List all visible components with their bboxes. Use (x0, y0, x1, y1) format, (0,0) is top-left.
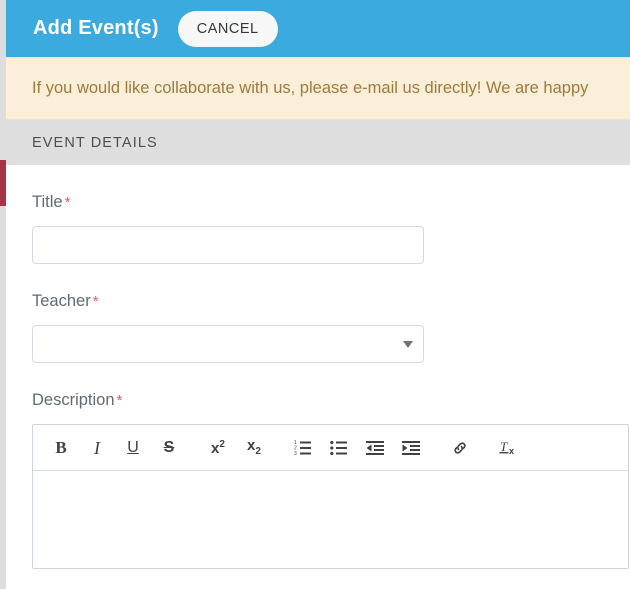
cancel-button[interactable]: CANCEL (177, 10, 278, 47)
subscript-glyph: x2 (247, 437, 261, 457)
title-input[interactable] (32, 226, 424, 264)
bold-glyph: B (55, 438, 67, 457)
section-header-label: EVENT DETAILS (32, 134, 158, 151)
collaboration-alert-banner: If you would like collaborate with us, p… (6, 57, 630, 120)
alert-message: If you would like collaborate with us, p… (32, 79, 589, 97)
strikethrough-glyph: S (163, 438, 175, 456)
add-event-modal: Add Event(s) CANCEL If you would like co… (6, 0, 630, 589)
link-icon[interactable] (442, 430, 478, 466)
svg-text:x: x (509, 446, 514, 456)
superscript-icon[interactable]: x2 (200, 430, 236, 466)
editor-toolbar: B I U S x2 x2 1 2 3 T x (33, 425, 628, 471)
remove-format-icon[interactable]: T x (491, 430, 527, 466)
underline-glyph: U (127, 438, 139, 456)
svg-text:T: T (500, 439, 508, 454)
underline-icon[interactable]: U (115, 430, 151, 466)
event-details-form: Title * Teacher * Description * B I U S … (6, 165, 630, 569)
indent-icon[interactable] (393, 430, 429, 466)
title-required-asterisk: * (64, 194, 71, 211)
bulleted-list-icon[interactable] (321, 430, 357, 466)
modal-header: Add Event(s) CANCEL (6, 0, 630, 57)
description-required-asterisk: * (116, 392, 123, 409)
outdent-icon[interactable] (357, 430, 393, 466)
title-field-label: Title * (32, 193, 604, 212)
teacher-field-label: Teacher * (32, 292, 604, 311)
teacher-field-group: Teacher * (32, 292, 604, 363)
subscript-icon[interactable]: x2 (236, 430, 272, 466)
description-rich-text-editor: B I U S x2 x2 1 2 3 T x (32, 424, 629, 569)
italic-icon[interactable]: I (79, 430, 115, 466)
bold-icon[interactable]: B (43, 430, 79, 466)
section-header-event-details: EVENT DETAILS (6, 120, 630, 165)
superscript-glyph: x2 (211, 438, 225, 457)
description-field-group: Description * B I U S x2 x2 1 2 3 T x (32, 391, 629, 569)
teacher-select-wrapper (32, 325, 424, 363)
teacher-required-asterisk: * (92, 293, 99, 310)
title-label-text: Title (32, 193, 63, 211)
description-field-label: Description * (32, 391, 604, 410)
description-label-text: Description (32, 391, 115, 409)
numbered-list-icon[interactable]: 1 2 3 (285, 430, 321, 466)
italic-glyph: I (94, 437, 100, 458)
description-editor-body[interactable] (33, 471, 628, 568)
page-title: Add Event(s) (33, 17, 159, 39)
svg-text:3: 3 (294, 451, 297, 456)
teacher-select[interactable] (32, 325, 424, 363)
title-field-group: Title * (32, 193, 604, 264)
teacher-label-text: Teacher (32, 292, 91, 310)
strikethrough-icon[interactable]: S (151, 430, 187, 466)
